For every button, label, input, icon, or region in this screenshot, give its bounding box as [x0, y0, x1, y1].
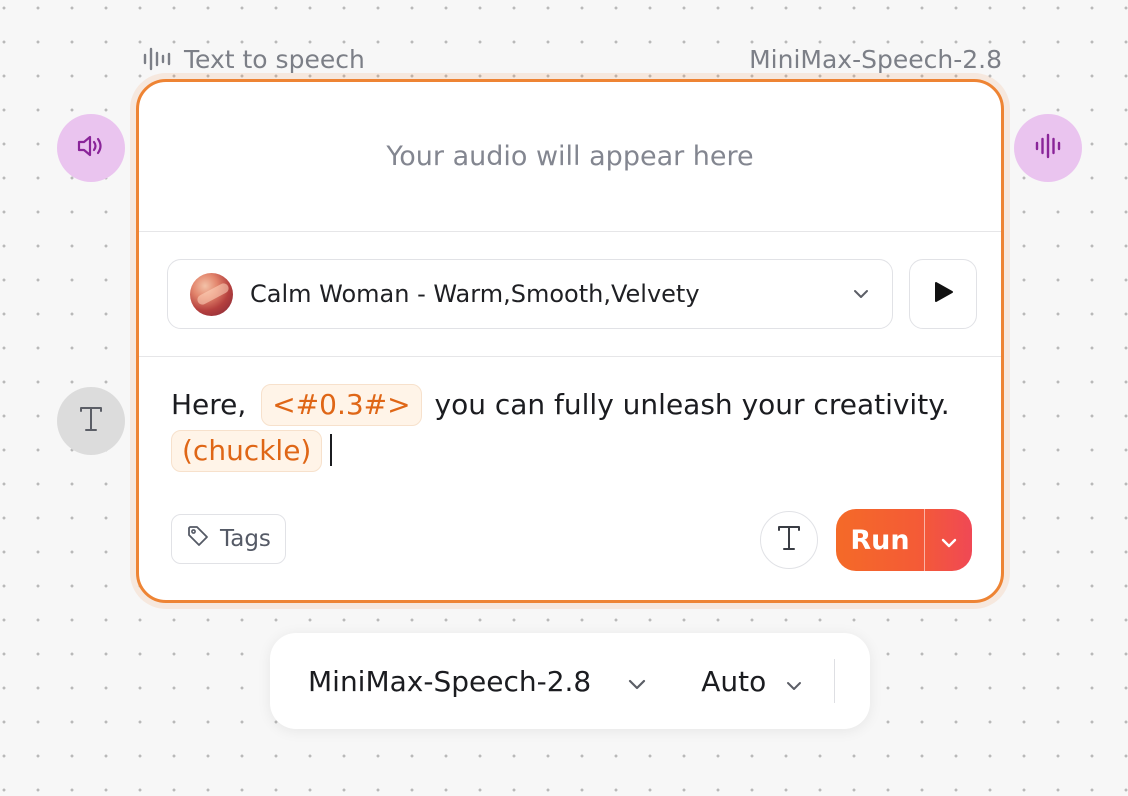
sound-tag[interactable]: (chuckle) — [171, 430, 323, 472]
text-input-handle[interactable] — [57, 387, 125, 455]
node-toolbar: MiniMax-Speech-2.8 Auto — [270, 633, 870, 729]
run-options-dropdown[interactable] — [925, 525, 972, 556]
voice-name: Calm Woman - Warm,Smooth,Velvety — [250, 280, 700, 308]
node-title-group: Text to speech — [142, 45, 365, 74]
chevron-down-icon — [852, 288, 870, 300]
node-title: Text to speech — [184, 44, 365, 74]
chevron-down-icon — [940, 525, 958, 556]
model-select-value: MiniMax-Speech-2.8 — [308, 664, 592, 698]
editor-text-after: you can fully unleash your creativity. — [434, 388, 950, 421]
text-cursor — [330, 434, 333, 466]
audio-output-area: Your audio will appear here — [139, 82, 1001, 232]
run-button-label: Run — [850, 524, 910, 556]
waveform-icon — [1034, 133, 1062, 163]
play-icon — [931, 280, 955, 308]
mode-select-value: Auto — [701, 664, 767, 698]
voice-preview-play-button[interactable] — [909, 259, 977, 329]
toolbar-divider — [834, 659, 836, 703]
text-t-icon — [77, 405, 105, 437]
voice-row: Calm Woman - Warm,Smooth,Velvety — [139, 232, 1001, 357]
text-to-speech-node[interactable]: Your audio will appear here Calm Woman -… — [136, 79, 1004, 603]
waveform-icon — [142, 46, 172, 72]
run-button[interactable]: Run — [836, 509, 972, 571]
node-header: Text to speech MiniMax-Speech-2.8 — [142, 40, 1002, 78]
model-select[interactable]: MiniMax-Speech-2.8 — [308, 665, 647, 698]
text-t-icon — [775, 524, 803, 556]
voice-avatar — [190, 272, 233, 316]
audio-placeholder-text: Your audio will appear here — [386, 141, 754, 172]
audio-output-handle[interactable] — [1014, 114, 1082, 182]
pause-tag[interactable]: <#0.3#> — [261, 384, 422, 426]
text-editor[interactable]: Here, <#0.3#> you can fully unleash your… — [171, 382, 971, 474]
tags-button[interactable]: Tags — [171, 514, 286, 564]
audio-input-handle[interactable] — [57, 114, 125, 182]
editor-text-before: Here, — [171, 388, 247, 421]
text-format-button[interactable] — [760, 511, 818, 569]
speaker-icon — [76, 133, 106, 163]
tag-icon — [186, 524, 210, 554]
mode-select[interactable]: Auto — [701, 665, 802, 698]
node-model-label: MiniMax-Speech-2.8 — [749, 44, 1002, 74]
chevron-down-icon — [786, 665, 802, 698]
tags-button-label: Tags — [220, 526, 271, 552]
chevron-down-icon — [627, 665, 647, 698]
voice-select[interactable]: Calm Woman - Warm,Smooth,Velvety — [167, 259, 893, 329]
